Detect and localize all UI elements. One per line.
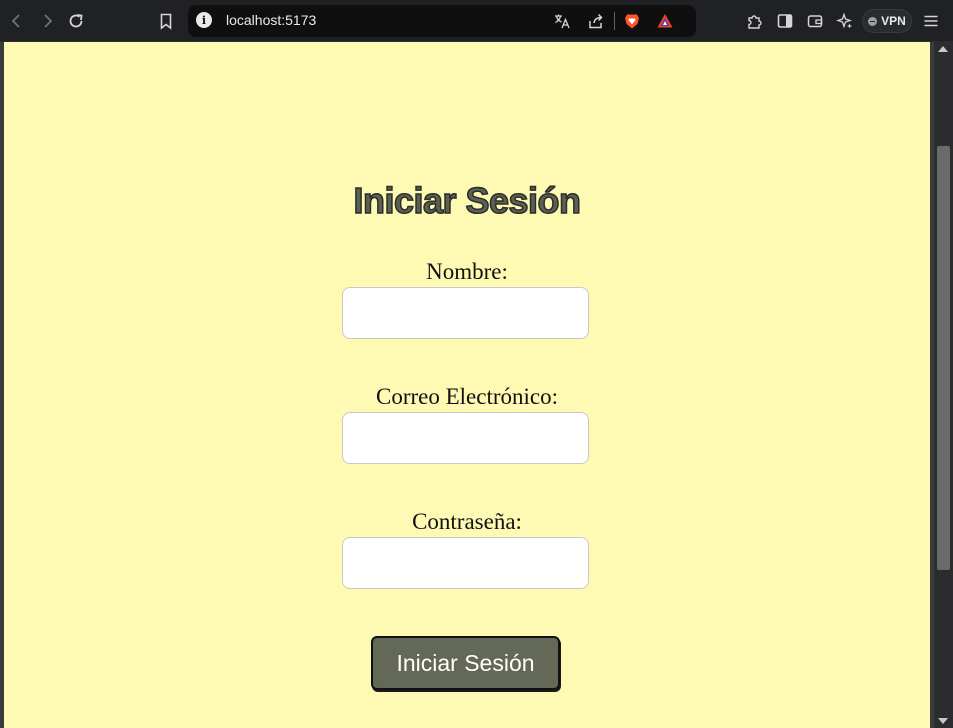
translate-icon[interactable]: [551, 10, 573, 32]
login-submit-button[interactable]: Iniciar Sesión: [371, 636, 560, 690]
scroll-up-arrow-icon[interactable]: [938, 46, 948, 52]
password-input[interactable]: [342, 537, 589, 589]
puzzle-icon[interactable]: [744, 10, 766, 32]
wallet-icon[interactable]: [804, 10, 826, 32]
separator: [614, 12, 615, 30]
address-bar[interactable]: i localhost:5173: [188, 5, 696, 37]
vpn-label: VPN: [881, 14, 906, 28]
hamburger-menu-icon[interactable]: [920, 10, 942, 32]
sparkle-icon[interactable]: [834, 10, 856, 32]
share-icon[interactable]: [585, 10, 607, 32]
scrollbar-thumb[interactable]: [937, 146, 950, 570]
name-input[interactable]: [342, 287, 589, 339]
password-label: Contraseña:: [412, 509, 522, 534]
email-input[interactable]: [342, 412, 589, 464]
brave-rewards-icon[interactable]: [654, 10, 676, 32]
name-label: Nombre:: [426, 259, 508, 284]
email-label: Correo Electrónico:: [375, 384, 558, 409]
page-title: Iniciar Sesión: [353, 179, 582, 222]
vpn-status-icon: [868, 16, 878, 26]
url-text[interactable]: localhost:5173: [226, 12, 316, 28]
browser-toolbar: i localhost:5173 VPN: [0, 0, 953, 42]
brave-shields-icon[interactable]: [621, 10, 643, 32]
vpn-button[interactable]: VPN: [862, 9, 912, 33]
chevron-right-icon[interactable]: [36, 10, 58, 32]
vertical-scrollbar[interactable]: [934, 42, 953, 728]
reload-icon[interactable]: [65, 10, 87, 32]
info-icon[interactable]: i: [196, 12, 212, 28]
bookmark-icon[interactable]: [155, 10, 177, 32]
scroll-down-arrow-icon[interactable]: [938, 718, 948, 724]
sidebar-icon[interactable]: [774, 10, 796, 32]
page-viewport: Iniciar Sesión Nombre: Correo Electrónic…: [0, 42, 953, 728]
login-page: Iniciar Sesión Nombre: Correo Electrónic…: [4, 42, 930, 728]
chevron-left-icon[interactable]: [6, 10, 28, 32]
